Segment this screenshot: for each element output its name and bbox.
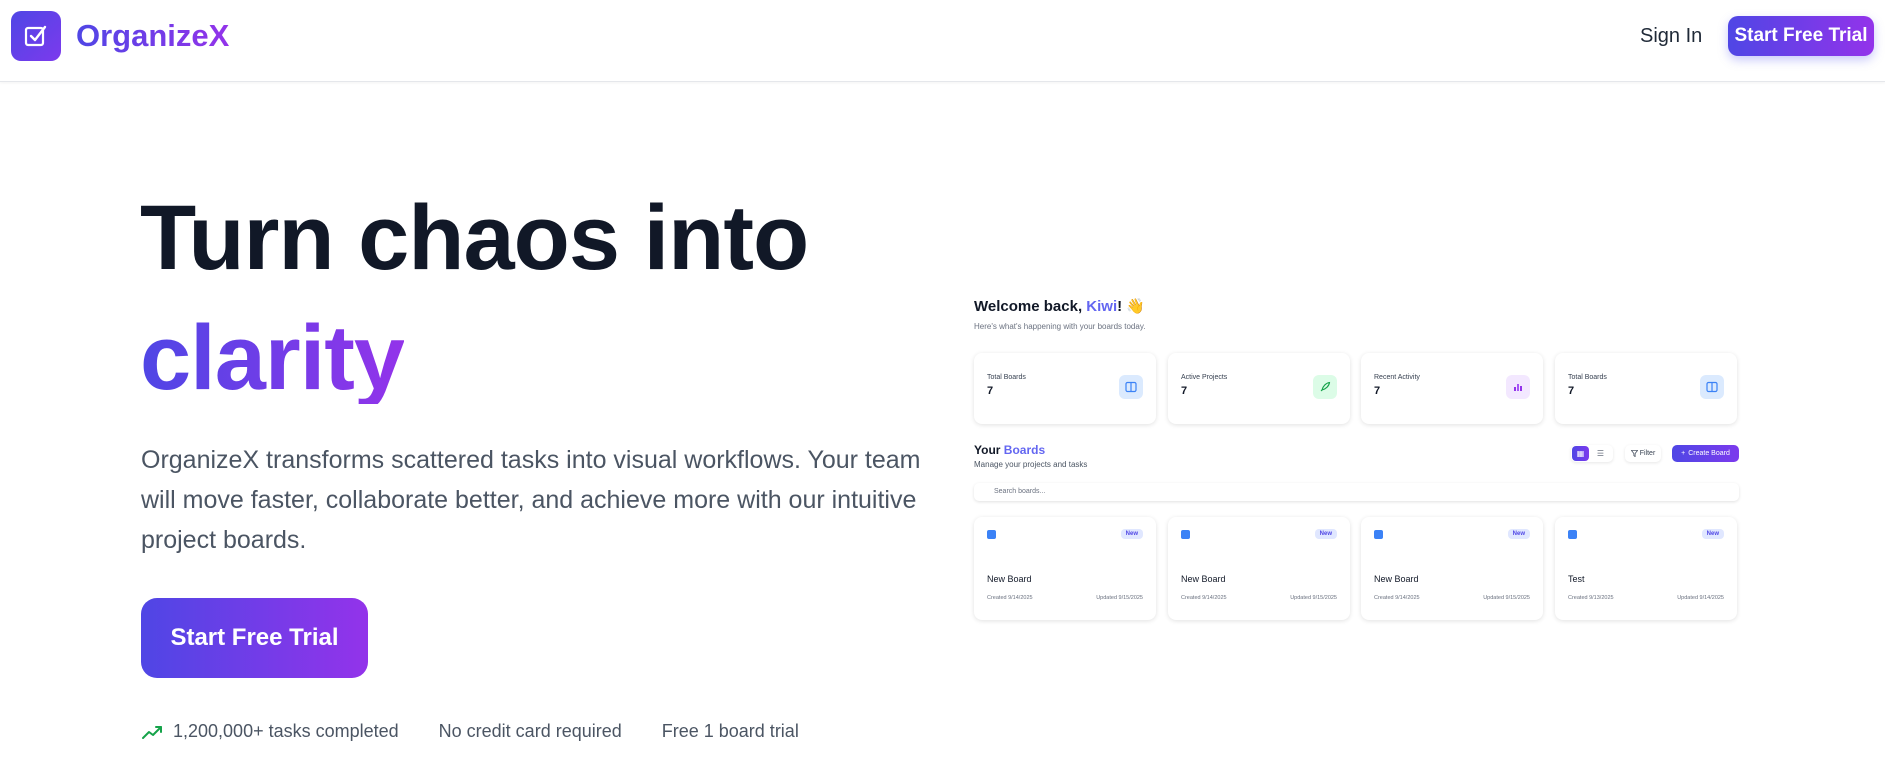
filter-button[interactable]: Filter [1625, 445, 1661, 462]
board-name: New Board [1181, 574, 1226, 584]
list-view-icon[interactable]: ☰ [1593, 446, 1608, 461]
create-board-button[interactable]: + Create Board [1672, 445, 1739, 462]
stat-card-total-boards-2: Total Boards 7 [1555, 353, 1737, 424]
hero-description: OrganizeX transforms scattered tasks int… [141, 446, 921, 554]
new-badge: New [1507, 529, 1530, 539]
board-color-icon [1374, 530, 1383, 539]
bar-chart-icon [1506, 375, 1530, 399]
new-badge: New [1314, 529, 1337, 539]
board-card[interactable]: New New Board Created 9/14/2025 Updated … [1361, 517, 1543, 620]
board-name: Test [1568, 574, 1585, 584]
board-color-icon [987, 530, 996, 539]
trending-up-icon [142, 725, 162, 739]
board-card[interactable]: New New Board Created 9/14/2025 Updated … [974, 517, 1156, 620]
new-badge: New [1701, 529, 1724, 539]
new-badge: New [1120, 529, 1143, 539]
board-card[interactable]: New New Board Created 9/14/2025 Updated … [1168, 517, 1350, 620]
logo[interactable] [11, 11, 61, 61]
rocket-icon [1313, 375, 1337, 399]
view-toggle: ▦ ☰ [1571, 445, 1613, 462]
columns-icon [1119, 375, 1143, 399]
board-color-icon [1568, 530, 1577, 539]
stat-card-active-projects: Active Projects 7 [1168, 353, 1350, 424]
hero-stats: 1,200,000+ tasks completed No credit car… [141, 721, 799, 742]
sign-in-link[interactable]: Sign In [1640, 25, 1702, 48]
board-card[interactable]: New Test Created 9/13/2025 Updated 9/14/… [1555, 517, 1737, 620]
boards-subtitle: Manage your projects and tasks [974, 460, 1088, 469]
checkbox-icon [24, 25, 47, 47]
board-name: New Board [987, 574, 1032, 584]
stat-free-trial: Free 1 board trial [661, 721, 799, 741]
hero-start-trial-button[interactable]: Start Free Trial [141, 598, 368, 678]
board-created: Created 9/14/2025 [1374, 595, 1420, 601]
plus-icon: + [1681, 450, 1686, 457]
board-updated: Updated 9/15/2025 [1096, 595, 1143, 601]
board-updated: Updated 9/15/2025 [1290, 595, 1337, 601]
headline-line-1: Turn chaos into [140, 187, 809, 289]
columns-icon [1700, 375, 1724, 399]
search-input[interactable]: Search boards... [974, 483, 1739, 501]
top-nav: OrganizeX Sign In Start Free Trial [0, 0, 1885, 82]
board-name: New Board [1374, 574, 1419, 584]
welcome-heading: Welcome back, Kiwi! 👋 [974, 298, 1145, 315]
user-name: Kiwi [1086, 298, 1118, 315]
stat-no-card: No credit card required [438, 721, 622, 741]
welcome-subtitle: Here's what's happening with your boards… [974, 322, 1146, 331]
board-color-icon [1181, 530, 1190, 539]
grid-view-icon[interactable]: ▦ [1572, 446, 1589, 461]
filter-icon [1630, 450, 1638, 457]
board-updated: Updated 9/14/2025 [1677, 595, 1724, 601]
board-updated: Updated 9/15/2025 [1483, 595, 1530, 601]
start-trial-button[interactable]: Start Free Trial [1728, 16, 1874, 56]
board-created: Created 9/14/2025 [987, 595, 1033, 601]
stat-card-total-boards: Total Boards 7 [974, 353, 1156, 424]
board-created: Created 9/13/2025 [1568, 595, 1614, 601]
board-created: Created 9/14/2025 [1181, 595, 1227, 601]
boards-heading: Your Boards [974, 443, 1046, 457]
stat-card-recent-activity: Recent Activity 7 [1361, 353, 1543, 424]
brand-name[interactable]: OrganizeX [76, 18, 229, 54]
headline-line-2: clarity [140, 307, 405, 409]
stat-tasks: 1,200,000+ tasks completed [173, 721, 399, 741]
